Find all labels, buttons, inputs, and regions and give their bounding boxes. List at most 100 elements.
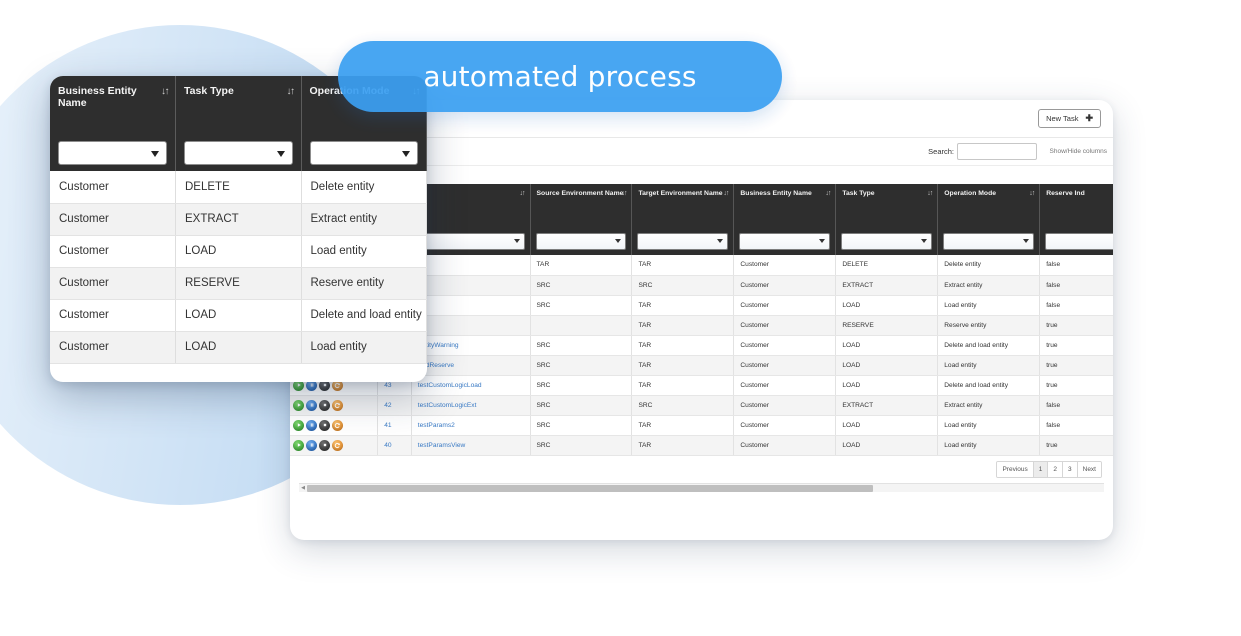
cell-operation_mode: Load entity [937, 435, 1041, 456]
show-hide-columns-link[interactable]: Show/Hide columns [1050, 148, 1107, 155]
cell-name[interactable]: testParams2 [411, 415, 531, 436]
zoom-header-label: Task Type [184, 85, 234, 97]
grid-header-label: Task Type [842, 190, 875, 197]
cell-business_entity: Customer [733, 355, 837, 376]
zoom-filter-select-task_type[interactable] [184, 141, 293, 165]
pagination-page-3[interactable]: 3 [1063, 462, 1078, 477]
pagination-page-1[interactable]: 1 [1033, 462, 1049, 477]
zoom-cell-business_entity: Customer [50, 267, 176, 300]
zoom-cell-task_type: LOAD [175, 235, 302, 268]
stop-icon[interactable] [319, 419, 330, 431]
scrollbar-thumb[interactable] [307, 484, 873, 492]
retry-icon[interactable] [332, 399, 343, 411]
cell-name[interactable]: testCustomLogicExt [411, 395, 531, 416]
sort-icon[interactable]: ↓↑ [161, 86, 170, 97]
sort-icon[interactable]: ↓↑ [927, 190, 933, 197]
zoom-cell-task_type: DELETE [175, 171, 302, 204]
grid-header-target_env[interactable]: Target Environment Name ↓↑ [631, 184, 735, 227]
filter-select-source_env[interactable] [535, 232, 627, 250]
zoom-cell-operation_mode: Extract entity [301, 203, 427, 236]
cell-target_env: TAR [631, 295, 735, 316]
play-icon[interactable] [293, 439, 304, 451]
cell-name[interactable]: testCustomLogicLoad [411, 375, 531, 396]
chevron-down-icon [717, 238, 724, 243]
retry-icon[interactable] [332, 439, 343, 451]
zoom-cell-business_entity: Customer [50, 235, 176, 268]
sort-icon[interactable]: ↓↑ [520, 190, 526, 197]
cell-id[interactable]: 41 [377, 415, 412, 436]
cell-name[interactable]: testParamsView [411, 435, 531, 456]
cell-name[interactable] [411, 275, 531, 296]
pagination-previous[interactable]: Previous [997, 462, 1034, 477]
cell-actions [290, 415, 379, 436]
cell-business_entity: Customer [733, 435, 837, 456]
pagination-next[interactable]: Next [1077, 462, 1101, 477]
grid-header-name[interactable]: ↓↑ [411, 184, 531, 227]
sort-icon[interactable]: ↓↑ [621, 190, 627, 197]
filter-select-target_env[interactable] [637, 232, 729, 250]
zoom-header-business_entity[interactable]: Business Entity Name ↓↑ [50, 76, 176, 135]
zoom-filter-select-business_entity[interactable] [58, 141, 167, 165]
zoom-cell-operation_mode: Load entity [301, 331, 427, 364]
cell-operation_mode: Extract entity [937, 275, 1041, 296]
chevron-down-icon [276, 151, 285, 157]
cell-operation_mode: Delete entity [937, 255, 1041, 276]
play-icon[interactable] [293, 419, 304, 431]
grid-header-task_type[interactable]: Task Type ↓↑ [835, 184, 939, 227]
zoom-table-row[interactable]: Customer LOAD Load entity [50, 331, 427, 364]
sort-icon[interactable]: ↓↑ [825, 190, 831, 197]
grid-header-business_entity[interactable]: Business Entity Name ↓↑ [733, 184, 837, 227]
chevron-down-icon [1023, 238, 1030, 243]
filter-select-business_entity[interactable] [739, 232, 831, 250]
zoom-table-row[interactable]: Customer RESERVE Reserve entity [50, 267, 427, 300]
cell-business_entity: Customer [733, 315, 837, 336]
table-row[interactable]: 42 testCustomLogicExt SRC SRC Customer EXTRAC… [290, 395, 1113, 416]
cell-name[interactable]: es [411, 315, 531, 336]
cell-id[interactable]: 40 [377, 435, 412, 456]
cell-name[interactable]: EntityWarning [411, 335, 531, 356]
zoom-cell-business_entity: Customer [50, 299, 176, 332]
cell-name[interactable]: AndReserve [411, 355, 531, 376]
pause-icon[interactable] [306, 419, 317, 431]
grid-header-operation_mode[interactable]: Operation Mode ↓↑ [937, 184, 1041, 227]
grid-header-reserve_ind[interactable]: Reserve Ind↓↑ [1039, 184, 1113, 227]
filter-select-reserve_ind[interactable] [1045, 232, 1113, 250]
zoom-filter-select-operation_mode[interactable] [309, 141, 418, 165]
filter-select-name[interactable] [416, 232, 525, 250]
retry-icon[interactable] [332, 419, 343, 431]
pause-icon[interactable] [306, 399, 317, 411]
zoom-table-row[interactable]: Customer LOAD Load entity [50, 235, 427, 268]
sort-icon[interactable]: ↓↑ [1029, 190, 1035, 197]
zoom-header-task_type[interactable]: Task Type ↓↑ [175, 76, 302, 135]
cell-target_env: SRC [631, 275, 735, 296]
filter-cell-task_type [835, 227, 939, 255]
sort-icon[interactable]: ↓↑ [723, 190, 729, 197]
grid-header-label: Business Entity Name [740, 190, 812, 197]
zoomed-grid: Business Entity Name ↓↑ Task Type ↓↑ Operati… [50, 76, 427, 364]
cell-name[interactable] [411, 295, 531, 316]
cell-name[interactable] [411, 255, 531, 276]
stop-icon[interactable] [319, 399, 330, 411]
horizontal-scrollbar[interactable]: ◀ [299, 483, 1104, 492]
sort-icon[interactable]: ↓↑ [287, 86, 296, 97]
play-icon[interactable] [293, 399, 304, 411]
new-task-button[interactable]: New Task ✚ [1038, 109, 1101, 128]
table-row[interactable]: 41 testParams2 SRC TAR Customer LOAD Load enti… [290, 415, 1113, 436]
cell-business_entity: Customer [733, 415, 837, 436]
zoom-table-row[interactable]: Customer EXTRACT Extract entity [50, 203, 427, 236]
search-input[interactable] [957, 143, 1037, 160]
zoom-table-row[interactable]: Customer DELETE Delete entity [50, 171, 427, 204]
pause-icon[interactable] [306, 439, 317, 451]
table-row[interactable]: 40 testParamsView SRC TAR Customer LOAD Load e… [290, 435, 1113, 456]
scroll-left-arrow[interactable]: ◀ [299, 485, 307, 491]
pagination-page-2[interactable]: 2 [1048, 462, 1063, 477]
cell-id[interactable]: 42 [377, 395, 412, 416]
filter-select-task_type[interactable] [841, 232, 933, 250]
zoom-cell-task_type: EXTRACT [175, 203, 302, 236]
grid-header-source_env[interactable]: Source Environment Name ↓↑ [530, 184, 633, 227]
cell-reserve_ind: true [1039, 355, 1113, 376]
filter-select-operation_mode[interactable] [943, 232, 1035, 250]
zoom-table-row[interactable]: Customer LOAD Delete and load entity [50, 299, 427, 332]
zoomed-grid-body: Customer DELETE Delete entity Customer EXTRA… [50, 171, 427, 364]
stop-icon[interactable] [319, 439, 330, 451]
